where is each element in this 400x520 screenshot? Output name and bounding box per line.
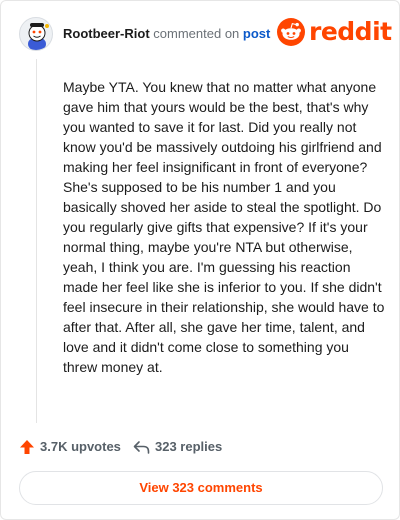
- replies-button[interactable]: 323 replies: [133, 437, 222, 457]
- reddit-wordmark: reddit: [309, 17, 392, 46]
- comment-card: Rootbeer-Riot commented on post reddit M…: [0, 0, 400, 520]
- view-comments-button[interactable]: View 323 comments: [19, 471, 383, 505]
- author-link[interactable]: Rootbeer-Riot: [63, 26, 150, 41]
- post-link[interactable]: post: [243, 26, 270, 41]
- reddit-snoo-icon: [277, 18, 305, 46]
- comment-header: Rootbeer-Riot commented on post reddit: [19, 15, 392, 55]
- snoo-avatar-icon[interactable]: [19, 17, 53, 51]
- reply-arrow-icon: [133, 441, 150, 454]
- replies-count: 323 replies: [155, 439, 223, 454]
- comment-actions: 3.7K upvotes 323 replies: [19, 437, 383, 457]
- reddit-logo[interactable]: reddit: [277, 18, 392, 48]
- commented-text: commented on: [153, 26, 240, 41]
- upvote-button[interactable]: 3.7K upvotes: [19, 437, 121, 457]
- upvotes-count: 3.7K upvotes: [40, 439, 121, 454]
- thread-line: [36, 59, 37, 423]
- comment-body: Maybe YTA. You knew that no matter what …: [63, 79, 385, 375]
- upvote-arrow-icon: [20, 440, 34, 454]
- byline: Rootbeer-Riot commented on post: [63, 26, 270, 42]
